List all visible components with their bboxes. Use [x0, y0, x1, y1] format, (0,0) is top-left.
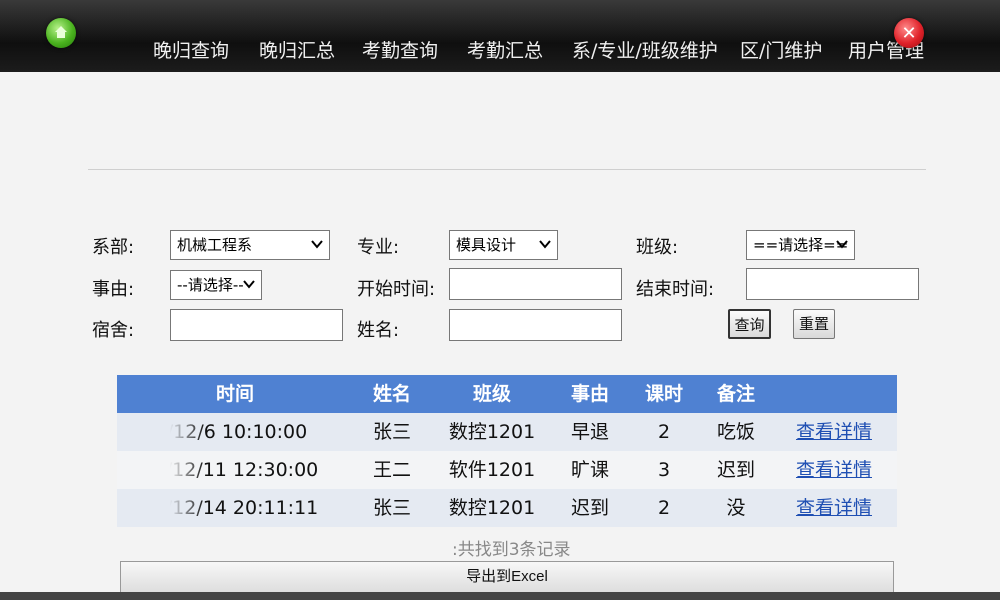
department-label: 系部:: [92, 237, 135, 258]
name-label: 姓名:: [357, 320, 400, 341]
cell-reason: 迟到: [570, 497, 609, 519]
row-fade: [117, 413, 205, 451]
header-reason: 事由: [570, 383, 609, 405]
department-select-value: 机械工程系: [177, 236, 253, 254]
cell-reason: 早退: [570, 421, 609, 443]
cell-name: 张三: [372, 497, 411, 519]
view-details-link[interactable]: 查看详情: [789, 489, 879, 527]
class-select[interactable]: ==请选择==: [746, 230, 855, 260]
nav-item-attendance-query[interactable]: 考勤查询: [362, 36, 438, 63]
chevron-down-icon: [311, 240, 323, 249]
export-excel-button[interactable]: 导出到Excel: [120, 561, 894, 593]
cell-reason: 旷课: [570, 459, 609, 481]
header-name: 姓名: [372, 383, 411, 405]
close-icon[interactable]: ✕: [894, 18, 924, 48]
major-label: 专业:: [357, 237, 400, 258]
reason-select[interactable]: --请选择--: [170, 270, 262, 300]
cell-class: 数控1201: [448, 421, 536, 443]
cell-name: 张三: [372, 421, 411, 443]
dorm-input[interactable]: [170, 309, 343, 341]
end-time-input[interactable]: [746, 268, 919, 300]
nav-item-late-return-query[interactable]: 晚归查询: [153, 36, 229, 63]
header-note: 备注: [716, 383, 755, 405]
header-hours: 课时: [644, 383, 683, 405]
results-table: 时间 姓名 班级 事由 课时 备注 /12/6 10:10:00 张三 数控12…: [117, 375, 897, 527]
cell-class: 软件1201: [448, 459, 536, 481]
top-nav-bar: 晚归查询 晚归汇总 考勤查询 考勤汇总 系/专业/班级维护 区/门维护 用户管理…: [0, 0, 1000, 72]
end-time-label: 结束时间:: [636, 279, 715, 300]
chevron-down-icon: [539, 240, 551, 249]
start-time-input[interactable]: [449, 268, 622, 300]
major-select[interactable]: 模具设计: [449, 230, 558, 260]
dorm-label: 宿舍:: [92, 320, 135, 341]
class-select-value: ==请选择==: [753, 236, 849, 254]
cell-note: 迟到: [716, 459, 755, 481]
reason-select-value: --请选择--: [177, 276, 244, 294]
table-row: /12/6 10:10:00 张三 数控1201 早退 2 吃饭 查看详情: [117, 413, 897, 451]
home-icon[interactable]: [46, 18, 76, 48]
department-select[interactable]: 机械工程系: [170, 230, 330, 260]
cell-hours: 3: [657, 459, 671, 481]
cell-name: 王二: [372, 459, 411, 481]
nav-item-dept-major-class-maintenance[interactable]: 系/专业/班级维护: [572, 36, 718, 63]
header-time: 时间: [215, 383, 254, 405]
query-button[interactable]: 查询: [728, 309, 771, 339]
view-details-link[interactable]: 查看详情: [789, 413, 879, 451]
table-row: /12/11 12:30:00 王二 软件1201 旷课 3 迟到 查看详情: [117, 451, 897, 489]
cell-class: 数控1201: [448, 497, 536, 519]
divider: [88, 169, 926, 170]
nav-item-late-return-summary[interactable]: 晚归汇总: [259, 36, 335, 63]
nav-item-area-gate-maintenance[interactable]: 区/门维护: [740, 36, 822, 63]
row-fade: [117, 451, 205, 489]
row-fade: [117, 489, 205, 527]
record-count-summary: :共找到3条记录: [452, 540, 571, 560]
bottom-bar: [0, 592, 1000, 600]
view-details-link[interactable]: 查看详情: [789, 451, 879, 489]
reason-label: 事由:: [92, 279, 135, 300]
header-class: 班级: [472, 383, 511, 405]
start-time-label: 开始时间:: [357, 279, 436, 300]
cell-note: 没: [726, 497, 746, 519]
chevron-down-icon: [836, 240, 848, 249]
cell-note: 吃饭: [716, 421, 755, 443]
cell-hours: 2: [657, 497, 671, 519]
class-label: 班级:: [636, 237, 679, 258]
name-input[interactable]: [449, 309, 622, 341]
table-row: /12/14 20:11:11 张三 数控1201 迟到 2 没 查看详情: [117, 489, 897, 527]
table-header: 时间 姓名 班级 事由 课时 备注: [117, 375, 897, 413]
nav-item-attendance-summary[interactable]: 考勤汇总: [467, 36, 543, 63]
cell-hours: 2: [657, 421, 671, 443]
reset-button[interactable]: 重置: [793, 309, 835, 339]
chevron-down-icon: [243, 280, 255, 289]
major-select-value: 模具设计: [456, 236, 517, 254]
